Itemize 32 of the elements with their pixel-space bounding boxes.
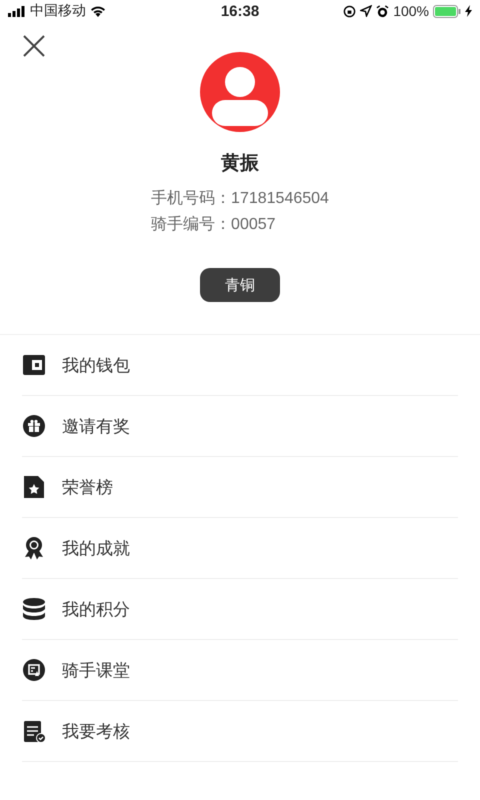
gift-icon [22, 414, 46, 438]
battery-percent: 100% [393, 3, 429, 19]
checklist-icon [22, 719, 46, 743]
level-badge[interactable]: 青铜 [200, 268, 280, 302]
avatar-icon [200, 52, 280, 132]
user-name: 黄振 [221, 152, 259, 176]
alarm-clock-icon [376, 4, 390, 18]
menu-item[interactable]: 我的钱包 [62, 354, 130, 376]
battery-icon [433, 4, 461, 18]
charging-bolt-icon [465, 5, 472, 17]
close-button[interactable] [22, 34, 46, 58]
phone-label: 手机号码： [151, 188, 232, 209]
menu-item[interactable]: 骑手课堂 [62, 658, 130, 682]
carrier-name: 中国移动 [30, 2, 86, 20]
rider-id: 00057 [231, 215, 276, 235]
award-ribbon-icon [22, 536, 46, 560]
menu-item[interactable]: 我的成就 [62, 536, 130, 560]
menu-item[interactable]: 我要考核 [62, 720, 130, 742]
classroom-icon [22, 658, 46, 682]
rotation-lock-icon [343, 4, 356, 18]
menu-item[interactable]: 邀请有奖 [62, 414, 130, 438]
menu-item[interactable]: 荣誉榜 [62, 476, 113, 498]
location-arrow-icon [360, 5, 372, 17]
wallet-icon [22, 353, 46, 377]
phone-number: 17181546504 [231, 189, 329, 209]
star-document-icon [22, 475, 46, 499]
status-time: 16:38 [220, 2, 260, 20]
menu-item[interactable]: 我的积分 [62, 598, 130, 620]
rider-id-label: 骑手编号： [151, 214, 232, 235]
coin-stack-icon [22, 597, 46, 621]
signal-icon [8, 6, 26, 16]
wifi-icon [90, 5, 106, 17]
